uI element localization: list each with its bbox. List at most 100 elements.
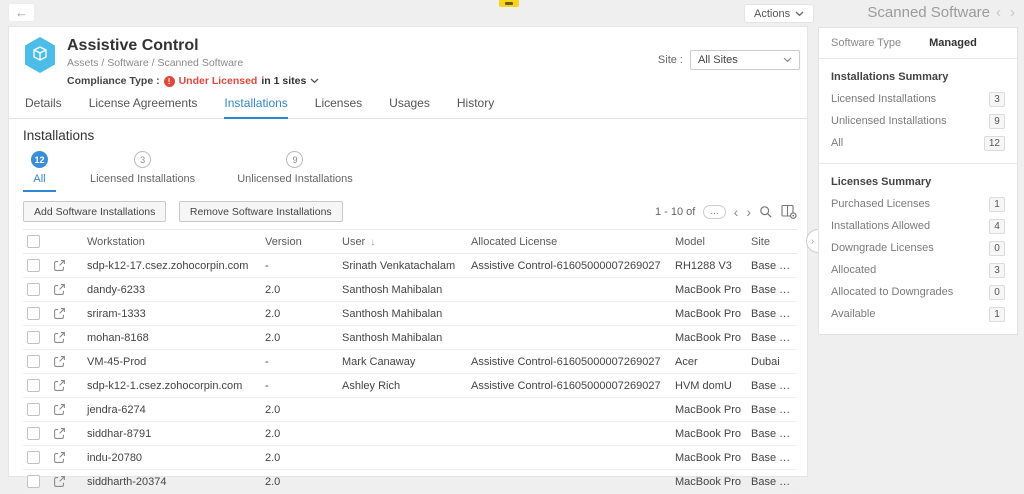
row-checkbox[interactable] <box>27 331 40 344</box>
subtab-all[interactable]: 12All <box>23 151 56 192</box>
search-icon[interactable] <box>759 205 773 219</box>
cell-version: 2.0 <box>261 446 338 470</box>
open-in-new-icon[interactable] <box>53 451 66 464</box>
summary-item: Purchased Licenses1 <box>831 193 1005 215</box>
row-checkbox[interactable] <box>27 355 40 368</box>
col-site[interactable]: Site <box>747 230 797 254</box>
open-in-new-icon[interactable] <box>53 379 66 392</box>
summary-value: 3 <box>989 92 1005 107</box>
breadcrumb[interactable]: Assets / Software / Scanned Software <box>67 57 319 69</box>
back-button[interactable]: ← <box>8 3 35 22</box>
actions-button[interactable]: Actions <box>744 4 814 23</box>
table-row[interactable]: VM-45-Prod-Mark CanawayAssistive Control… <box>23 350 797 374</box>
row-checkbox[interactable] <box>27 451 40 464</box>
licenses-summary-section: Licenses Summary Purchased Licenses1Inst… <box>819 163 1017 334</box>
col-user[interactable]: User↓ <box>338 230 467 254</box>
cell-allocated-license: Assistive Control-61605000007269027 <box>467 350 671 374</box>
summary-item: Allocated3 <box>831 259 1005 281</box>
cell-version: 2.0 <box>261 302 338 326</box>
table-row[interactable]: dandy-62332.0Santhosh MahibalanMacBook P… <box>23 278 797 302</box>
cell-workstation: sdp-k12-17.csez.zohocorpin.com <box>83 254 261 278</box>
col-allocated-license[interactable]: Allocated License <box>467 230 671 254</box>
row-checkbox[interactable] <box>27 259 40 272</box>
notification-tab[interactable] <box>499 0 519 7</box>
table-row[interactable]: sdp-k12-17.csez.zohocorpin.com-Srinath V… <box>23 254 797 278</box>
cell-workstation: sriram-1333 <box>83 302 261 326</box>
cell-version: 2.0 <box>261 470 338 494</box>
cell-allocated-license <box>467 470 671 494</box>
tab-license-agreements[interactable]: License Agreements <box>89 96 198 118</box>
table-row[interactable]: mohan-81682.0Santhosh MahibalanMacBook P… <box>23 326 797 350</box>
prev-record-icon[interactable]: ‹ <box>993 4 1004 21</box>
tab-usages[interactable]: Usages <box>389 96 430 118</box>
cell-model: HVM domU <box>671 374 747 398</box>
table-row[interactable]: siddhar-87912.0MacBook ProBase Site <box>23 422 797 446</box>
cell-model: RH1288 V3 <box>671 254 747 278</box>
table-header-row: Workstation Version User↓ Allocated Lice… <box>23 230 797 254</box>
chevron-down-icon[interactable] <box>310 78 319 84</box>
prev-page-icon[interactable]: ‹ <box>734 205 739 219</box>
table-row[interactable]: indu-207802.0MacBook ProBase Site <box>23 446 797 470</box>
col-workstation[interactable]: Workstation <box>83 230 261 254</box>
subtab-label: All <box>33 173 45 185</box>
cell-allocated-license <box>467 422 671 446</box>
cell-allocated-license <box>467 278 671 302</box>
open-in-new-icon[interactable] <box>53 355 66 368</box>
open-in-new-icon[interactable] <box>53 475 66 488</box>
open-in-new-icon[interactable] <box>53 331 66 344</box>
row-checkbox[interactable] <box>27 379 40 392</box>
row-select-cell <box>23 254 49 278</box>
row-checkbox[interactable] <box>27 427 40 440</box>
summary-label: Unlicensed Installations <box>831 115 947 127</box>
summary-label: Licensed Installations <box>831 93 936 105</box>
row-open-column <box>49 230 83 254</box>
subtab-licensed-installations[interactable]: 3Licensed Installations <box>82 151 203 192</box>
tab-installations[interactable]: Installations <box>224 96 287 119</box>
col-version[interactable]: Version <box>261 230 338 254</box>
pagination-total-toggle[interactable]: ... <box>703 205 725 219</box>
open-in-new-icon[interactable] <box>53 307 66 320</box>
site-dropdown[interactable]: All Sites <box>690 50 800 70</box>
summary-value: 12 <box>984 136 1005 151</box>
row-open-cell <box>49 326 83 350</box>
row-checkbox[interactable] <box>27 283 40 296</box>
card-header: Assistive Control Assets / Software / Sc… <box>9 27 807 87</box>
select-all-checkbox[interactable] <box>27 235 40 248</box>
row-checkbox[interactable] <box>27 403 40 416</box>
cell-workstation: siddharth-20374 <box>83 470 261 494</box>
tab-details[interactable]: Details <box>25 96 62 118</box>
row-checkbox[interactable] <box>27 475 40 488</box>
row-checkbox[interactable] <box>27 307 40 320</box>
notification-icon <box>505 2 513 5</box>
table-row[interactable]: siddharth-203742.0MacBook ProBase Site <box>23 470 797 494</box>
open-in-new-icon[interactable] <box>53 283 66 296</box>
installations-table: Workstation Version User↓ Allocated Lice… <box>23 229 797 494</box>
table-row[interactable]: jendra-62742.0MacBook ProBase Site <box>23 398 797 422</box>
next-page-icon[interactable]: › <box>746 205 751 219</box>
table-row[interactable]: sdp-k12-1.csez.zohocorpin.com-Ashley Ric… <box>23 374 797 398</box>
row-open-cell <box>49 254 83 278</box>
cell-workstation: VM-45-Prod <box>83 350 261 374</box>
open-in-new-icon[interactable] <box>53 259 66 272</box>
cell-workstation: sdp-k12-1.csez.zohocorpin.com <box>83 374 261 398</box>
count-badge: 9 <box>286 151 303 168</box>
col-model[interactable]: Model <box>671 230 747 254</box>
add-software-installations-button[interactable]: Add Software Installations <box>23 201 166 222</box>
subtab-unlicensed-installations[interactable]: 9Unlicensed Installations <box>229 151 361 192</box>
next-record-icon[interactable]: › <box>1007 4 1018 21</box>
tab-licenses[interactable]: Licenses <box>315 96 362 118</box>
table-row[interactable]: sriram-13332.0Santhosh MahibalanMacBook … <box>23 302 797 326</box>
row-open-cell <box>49 470 83 494</box>
tab-history[interactable]: History <box>457 96 494 118</box>
compliance-row: Compliance Type : ! Under Licensed in 1 … <box>67 75 319 87</box>
summary-label: Installations Allowed <box>831 220 930 232</box>
chevron-down-icon <box>795 11 804 17</box>
cell-user <box>338 470 467 494</box>
column-settings-icon[interactable] <box>781 204 797 219</box>
remove-software-installations-button[interactable]: Remove Software Installations <box>179 201 343 222</box>
cell-model: MacBook Pro <box>671 326 747 350</box>
open-in-new-icon[interactable] <box>53 427 66 440</box>
open-in-new-icon[interactable] <box>53 403 66 416</box>
cell-version: 2.0 <box>261 422 338 446</box>
summary-label: Allocated <box>831 264 876 276</box>
